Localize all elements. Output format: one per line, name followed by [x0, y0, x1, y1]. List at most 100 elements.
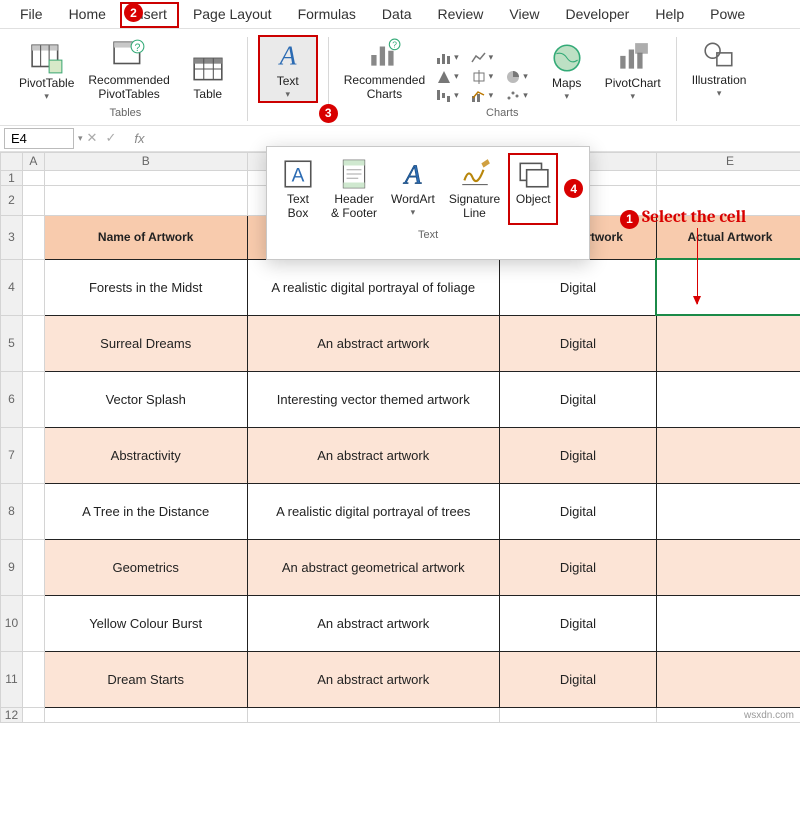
callout-badge-4: 4 — [564, 179, 583, 198]
cancel-icon[interactable]: ✕ — [87, 130, 98, 146]
text-box-button[interactable]: A Text Box — [273, 153, 323, 225]
table-cell[interactable] — [656, 315, 800, 371]
menu-tabs: File Home Insert 2 Page Layout Formulas … — [0, 0, 800, 29]
illustrations-button[interactable]: Illustration ▾ — [687, 35, 752, 101]
row-header[interactable]: 12 — [1, 707, 23, 722]
table-label: Table — [193, 88, 222, 102]
tab-page-layout[interactable]: Page Layout — [181, 2, 284, 28]
table-cell[interactable]: An abstract geometrical artwork — [247, 539, 499, 595]
object-button[interactable]: Object — [508, 153, 558, 225]
maps-label: Maps — [552, 77, 581, 91]
table-cell[interactable] — [656, 371, 800, 427]
table-cell[interactable]: Surreal Dreams — [44, 315, 247, 371]
hierarchy-chart-button[interactable]: ▾ — [434, 68, 461, 86]
tab-review[interactable]: Review — [426, 2, 496, 28]
row-header[interactable]: 8 — [1, 483, 23, 539]
combo-chart-button[interactable]: ▾ — [469, 87, 496, 105]
table-cell[interactable]: A realistic digital portrayal of foliage — [247, 259, 499, 315]
table-cell[interactable]: Digital — [499, 483, 656, 539]
col-header-B[interactable]: B — [44, 152, 247, 170]
tables-group-label: Tables — [109, 105, 141, 123]
table-header[interactable]: Name of Artwork — [44, 215, 247, 259]
table-cell[interactable]: Digital — [499, 259, 656, 315]
row-header[interactable]: 3 — [1, 215, 23, 259]
chevron-down-icon: ▾ — [285, 89, 290, 99]
table-cell[interactable]: Abstractivity — [44, 427, 247, 483]
tab-formulas[interactable]: Formulas — [286, 2, 368, 28]
pie-chart-button[interactable]: ▾ — [503, 68, 530, 86]
table-cell[interactable]: An abstract artwork — [247, 595, 499, 651]
table-cell[interactable]: Geometrics — [44, 539, 247, 595]
enter-icon[interactable]: ✓ — [105, 130, 116, 146]
table-cell[interactable]: An abstract artwork — [247, 651, 499, 707]
recommended-pivot-button[interactable]: ? Recommended PivotTables — [83, 35, 174, 105]
text-dropdown-button[interactable]: A Text ▾ — [258, 35, 318, 103]
table-cell[interactable]: Yellow Colour Burst — [44, 595, 247, 651]
col-header-E[interactable]: E — [656, 152, 800, 170]
table-cell[interactable]: Digital — [499, 539, 656, 595]
recommended-charts-button[interactable]: ? Recommended Charts — [339, 35, 430, 105]
table-cell[interactable]: A realistic digital portrayal of trees — [247, 483, 499, 539]
table-cell[interactable] — [656, 651, 800, 707]
row-header[interactable]: 4 — [1, 259, 23, 315]
col-header-A[interactable]: A — [22, 152, 44, 170]
rec-charts-label: Recommended Charts — [344, 74, 425, 102]
table-cell[interactable]: A Tree in the Distance — [44, 483, 247, 539]
table-cell[interactable]: An abstract artwork — [247, 315, 499, 371]
tab-home[interactable]: Home — [57, 2, 118, 28]
row-header[interactable]: 7 — [1, 427, 23, 483]
tab-power[interactable]: Powe — [698, 2, 757, 28]
table-cell[interactable]: Digital — [499, 427, 656, 483]
table-cell[interactable]: Digital — [499, 371, 656, 427]
table-cell[interactable]: Interesting vector themed artwork — [247, 371, 499, 427]
row-header[interactable]: 5 — [1, 315, 23, 371]
pivot-chart-label: PivotChart — [605, 77, 661, 91]
tab-developer[interactable]: Developer — [554, 2, 642, 28]
pivot-table-icon — [30, 41, 64, 75]
callout-text-select-cell: Select the cell — [642, 208, 746, 227]
row-header[interactable]: 9 — [1, 539, 23, 595]
signature-icon — [458, 157, 492, 191]
tab-view[interactable]: View — [497, 2, 551, 28]
text-a-icon: A — [271, 39, 305, 73]
tab-file[interactable]: File — [8, 2, 55, 28]
row-header[interactable]: 6 — [1, 371, 23, 427]
table-cell[interactable] — [656, 595, 800, 651]
pivot-table-button[interactable]: PivotTable ▾ — [14, 38, 79, 104]
table-cell[interactable] — [656, 427, 800, 483]
table-cell[interactable]: Digital — [499, 315, 656, 371]
table-cell[interactable]: An abstract artwork — [247, 427, 499, 483]
signature-line-button[interactable]: Signature Line — [443, 153, 506, 225]
recommended-charts-icon: ? — [367, 38, 401, 72]
ribbon-group-charts: ? Recommended Charts ▾ ▾ ▾ ▾ ▾ ▾ ▾ ▾ Map… — [333, 33, 672, 125]
table-cell[interactable]: Vector Splash — [44, 371, 247, 427]
divider — [247, 37, 248, 121]
header-footer-button[interactable]: Header & Footer — [325, 153, 383, 225]
recommended-pivot-icon: ? — [112, 38, 146, 72]
row-header[interactable]: 10 — [1, 595, 23, 651]
stat-chart-button[interactable]: ▾ — [469, 68, 496, 86]
table-cell[interactable] — [656, 483, 800, 539]
selected-cell[interactable] — [656, 259, 800, 315]
tab-data[interactable]: Data — [370, 2, 424, 28]
maps-button[interactable]: Maps ▾ — [538, 38, 596, 104]
fx-label[interactable]: fx — [134, 131, 144, 146]
line-chart-button[interactable]: ▾ — [469, 49, 496, 67]
name-box[interactable] — [4, 128, 74, 149]
table-button[interactable]: Table — [179, 49, 237, 105]
table-cell[interactable]: Digital — [499, 651, 656, 707]
row-header[interactable]: 11 — [1, 651, 23, 707]
wordart-button[interactable]: A WordArt ▾ — [385, 153, 441, 225]
row-header[interactable]: 1 — [1, 170, 23, 185]
scatter-chart-button[interactable]: ▾ — [503, 87, 530, 105]
table-cell[interactable]: Digital — [499, 595, 656, 651]
table-cell[interactable] — [656, 539, 800, 595]
row-header[interactable]: 2 — [1, 185, 23, 215]
tab-help[interactable]: Help — [643, 2, 696, 28]
table-cell[interactable]: Forests in the Midst — [44, 259, 247, 315]
waterfall-chart-button[interactable]: ▾ — [434, 87, 461, 105]
bar-chart-button[interactable]: ▾ — [434, 49, 461, 67]
pivot-chart-button[interactable]: PivotChart ▾ — [600, 38, 666, 104]
select-all-corner[interactable] — [1, 152, 23, 170]
table-cell[interactable]: Dream Starts — [44, 651, 247, 707]
